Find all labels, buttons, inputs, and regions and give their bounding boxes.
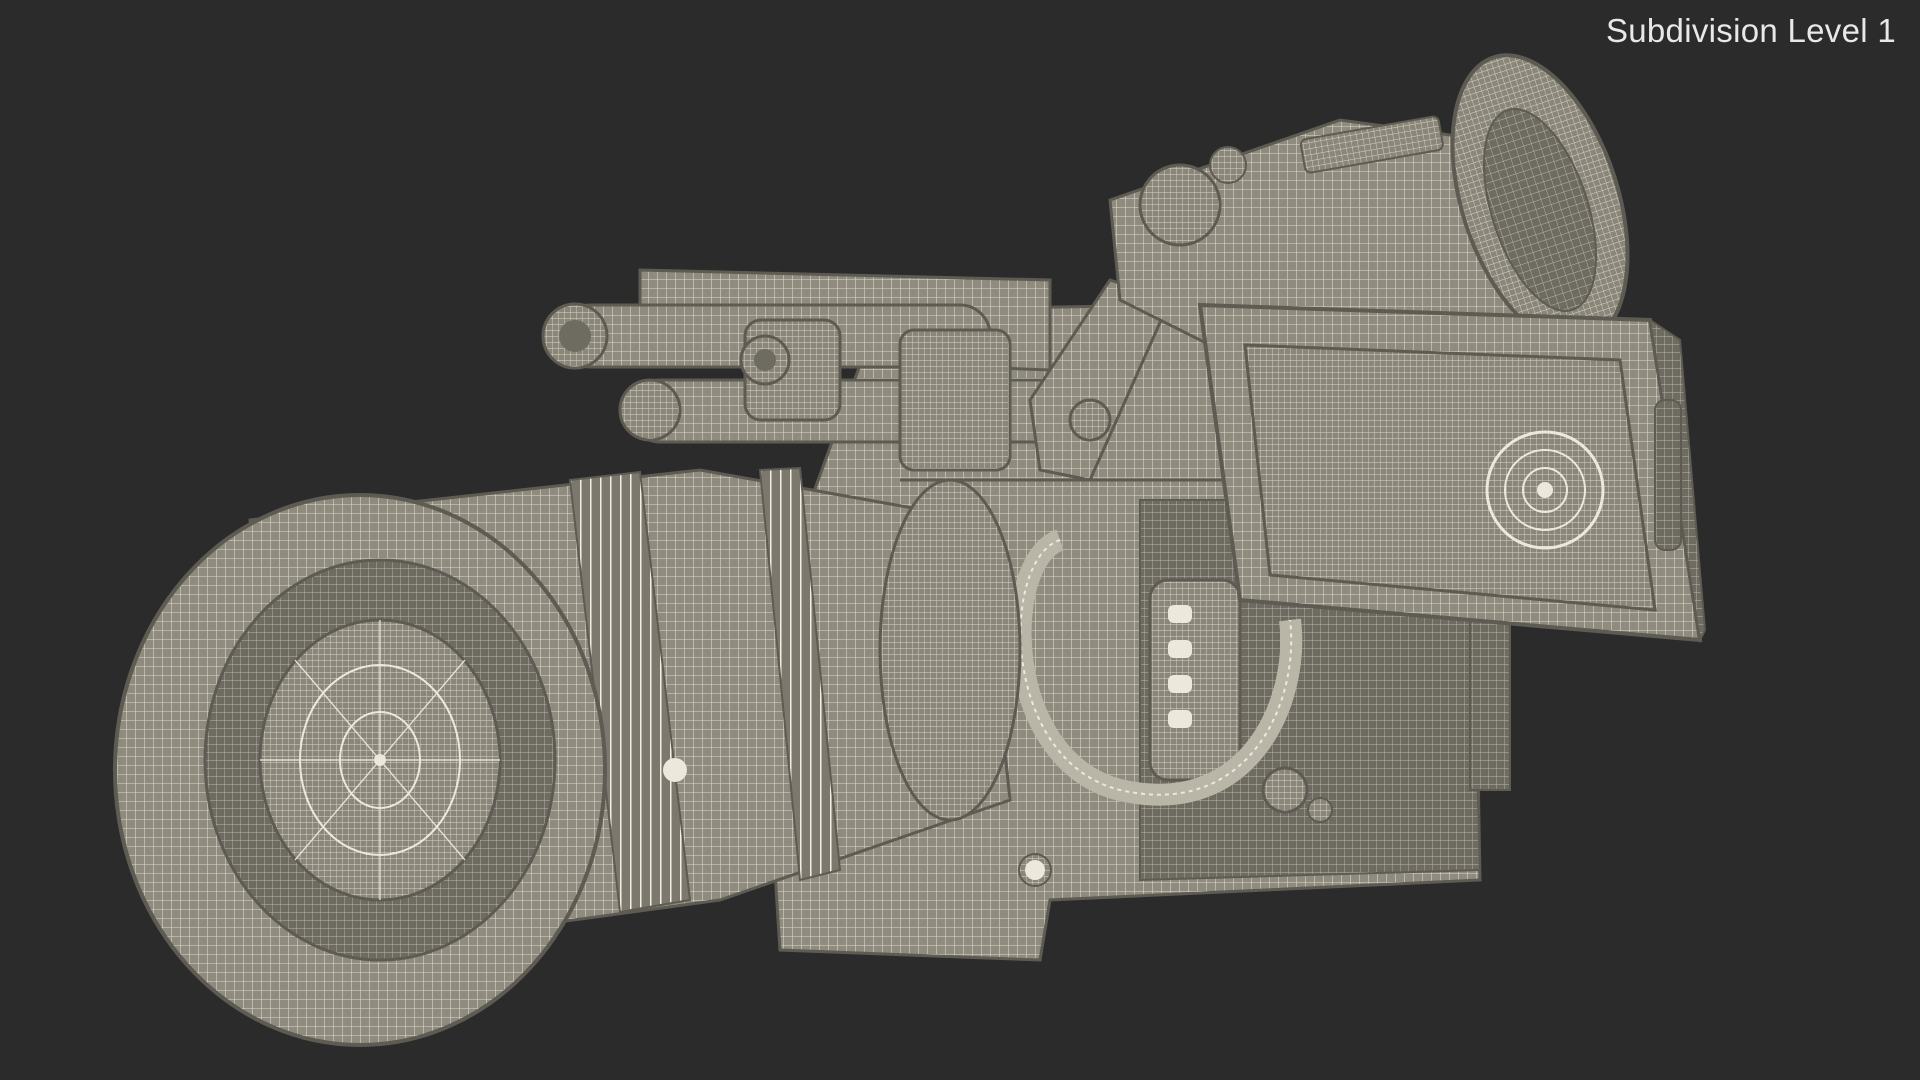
3d-viewport[interactable]: Subdivision Level 1 [0,0,1920,1080]
monitor-screen [1197,302,1707,644]
subdivision-level-label: Subdivision Level 1 [1605,12,1896,49]
lens-front [113,493,607,1047]
camera-wireframe-render [113,53,1707,1047]
